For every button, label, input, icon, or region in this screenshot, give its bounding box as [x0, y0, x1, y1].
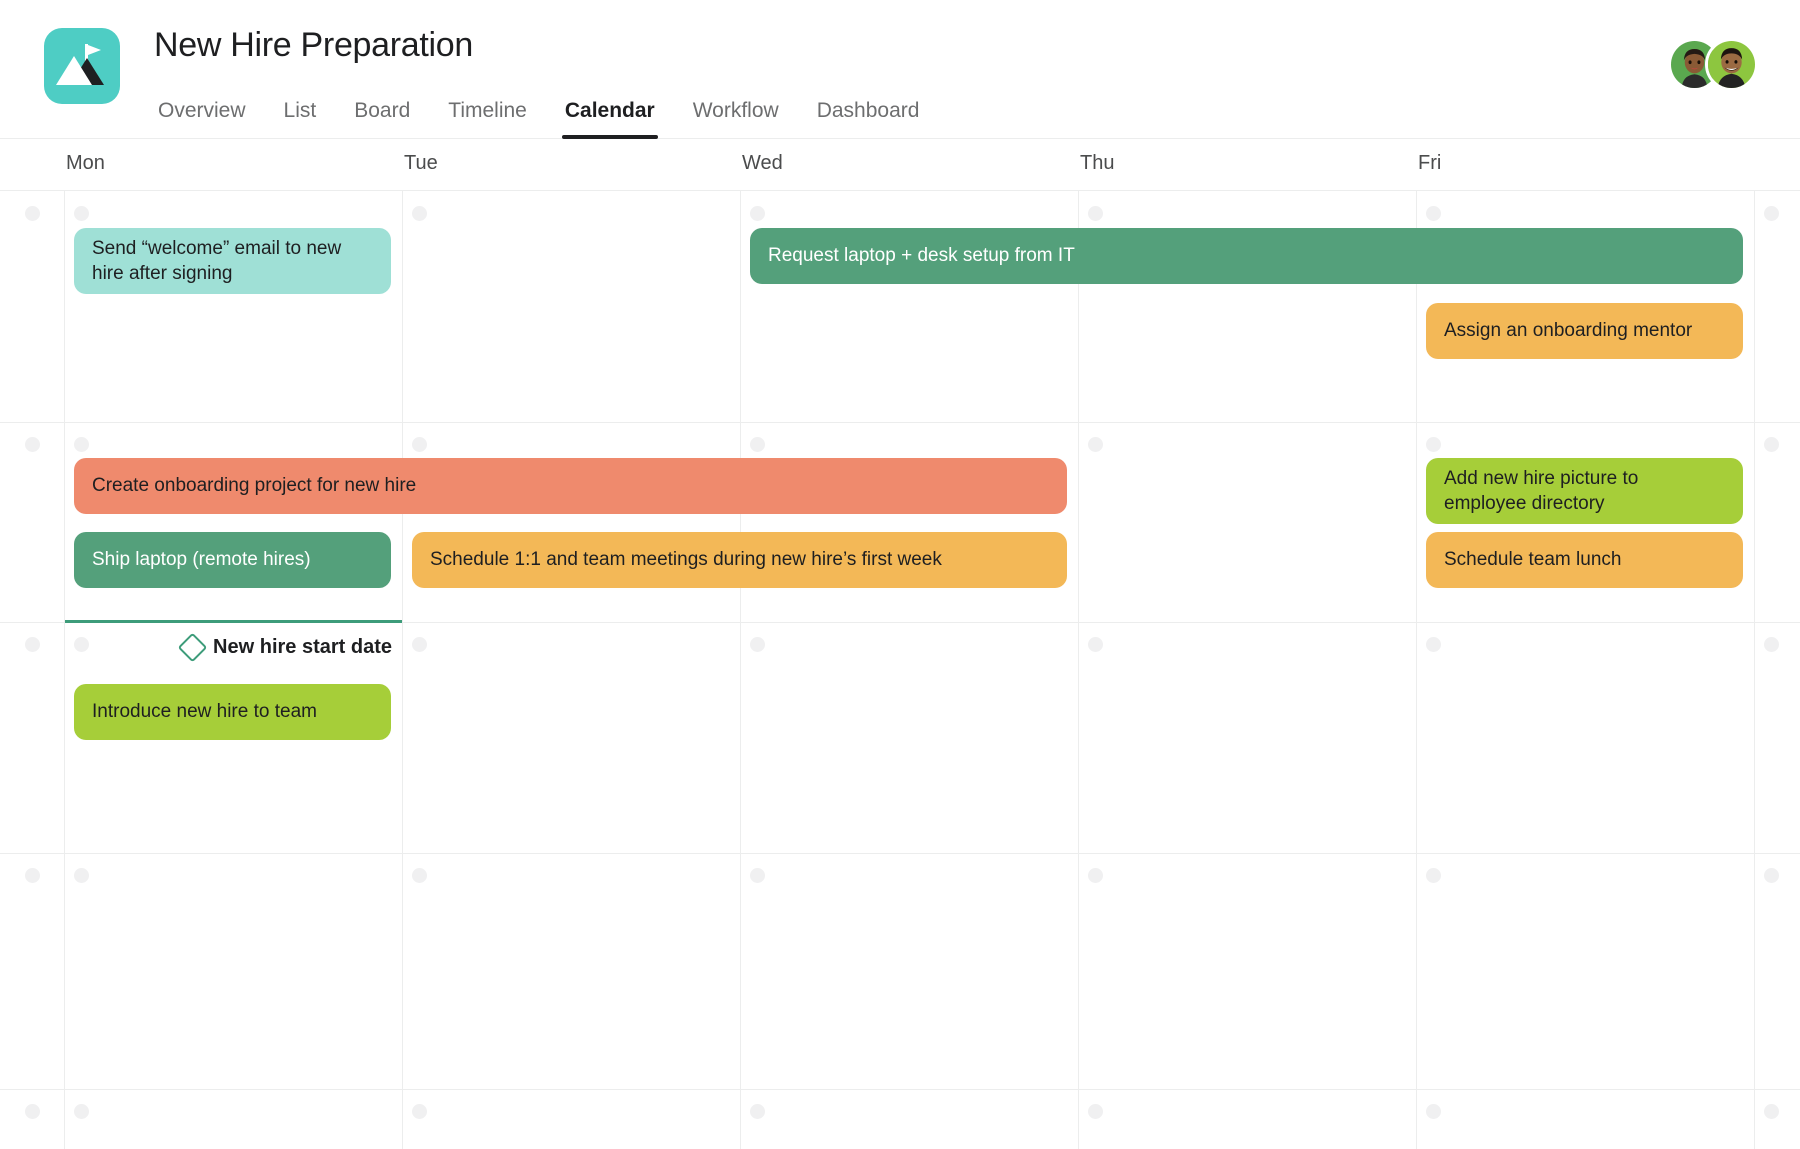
day-number-placeholder[interactable] [1426, 437, 1441, 452]
page-title: New Hire Preparation [154, 26, 474, 64]
calendar-task-send-welcome-email[interactable]: Send “welcome” email to new hire after s… [74, 228, 391, 294]
column-divider [740, 191, 741, 1149]
calendar-task-schedule-team-lunch[interactable]: Schedule team lunch [1426, 532, 1743, 588]
day-number-placeholder[interactable] [74, 437, 89, 452]
task-label: Add new hire picture to employee directo… [1444, 467, 1639, 514]
tab-list[interactable]: List [265, 100, 336, 139]
week-divider [0, 853, 1800, 854]
calendar-task-create-onboarding-project[interactable]: Create onboarding project for new hire [74, 458, 1067, 514]
day-number-placeholder[interactable] [74, 868, 89, 883]
calendar-task-add-hire-picture-directory[interactable]: Add new hire picture to employee directo… [1426, 458, 1743, 524]
day-header-mon: Mon [66, 152, 105, 174]
calendar-task-assign-onboarding-mentor[interactable]: Assign an onboarding mentor [1426, 303, 1743, 359]
day-number-placeholder[interactable] [750, 1104, 765, 1119]
day-number-placeholder[interactable] [25, 637, 40, 652]
day-number-placeholder[interactable] [1088, 868, 1103, 883]
day-number-placeholder[interactable] [1764, 1104, 1779, 1119]
day-number-placeholder[interactable] [1764, 868, 1779, 883]
day-number-placeholder[interactable] [74, 1104, 89, 1119]
day-number-placeholder[interactable] [1426, 637, 1441, 652]
day-number-placeholder[interactable] [1088, 1104, 1103, 1119]
calendar-task-introduce-new-hire-to-team[interactable]: Introduce new hire to team [74, 684, 391, 740]
day-number-placeholder[interactable] [412, 437, 427, 452]
avatar-member-2[interactable] [1705, 38, 1758, 91]
tab-timeline[interactable]: Timeline [429, 100, 546, 139]
calendar-task-request-laptop-desk-setup[interactable]: Request laptop + desk setup from IT [750, 228, 1743, 284]
app-header: New Hire Preparation Overview List Board… [0, 0, 1800, 139]
column-divider [64, 191, 65, 1149]
calendar-task-ship-laptop-remote-hires[interactable]: Ship laptop (remote hires) [74, 532, 391, 588]
day-number-placeholder[interactable] [1088, 437, 1103, 452]
day-number-placeholder[interactable] [750, 206, 765, 221]
day-number-placeholder[interactable] [25, 437, 40, 452]
calendar-grid: Send “welcome” email to new hire after s… [0, 191, 1800, 1149]
tab-calendar[interactable]: Calendar [546, 100, 674, 139]
view-tabs: Overview List Board Timeline Calendar Wo… [154, 82, 938, 139]
tab-overview[interactable]: Overview [154, 100, 265, 139]
milestone-label: New hire start date [213, 636, 392, 658]
task-label: Create onboarding project for new hire [92, 475, 417, 497]
column-divider [1078, 191, 1079, 1149]
day-number-placeholder[interactable] [1426, 868, 1441, 883]
day-number-placeholder[interactable] [750, 437, 765, 452]
day-number-placeholder[interactable] [1426, 1104, 1441, 1119]
day-number-placeholder[interactable] [1764, 437, 1779, 452]
column-divider [402, 191, 403, 1149]
day-number-placeholder[interactable] [1426, 206, 1441, 221]
day-number-placeholder[interactable] [1088, 206, 1103, 221]
day-number-placeholder[interactable] [74, 637, 89, 652]
task-label: Schedule 1:1 and team meetings during ne… [430, 549, 942, 571]
day-header-wed: Wed [742, 152, 783, 174]
day-number-placeholder[interactable] [1764, 206, 1779, 221]
day-header-tue: Tue [404, 152, 438, 174]
week-divider [0, 1089, 1800, 1090]
task-label: Send “welcome” email to new hire after s… [92, 237, 342, 284]
day-header-fri: Fri [1418, 152, 1442, 174]
project-logo [44, 28, 120, 104]
column-divider [1754, 191, 1755, 1149]
day-number-placeholder[interactable] [412, 1104, 427, 1119]
calendar-day-header: Mon Tue Wed Thu Fri [0, 139, 1800, 191]
day-number-placeholder[interactable] [25, 1104, 40, 1119]
day-number-placeholder[interactable] [1764, 637, 1779, 652]
tab-workflow[interactable]: Workflow [674, 100, 798, 139]
tab-dashboard[interactable]: Dashboard [798, 100, 939, 139]
calendar-task-schedule-meetings-first-week[interactable]: Schedule 1:1 and team meetings during ne… [412, 532, 1067, 588]
day-number-placeholder[interactable] [412, 637, 427, 652]
day-number-placeholder[interactable] [750, 637, 765, 652]
task-label: Request laptop + desk setup from IT [768, 245, 1075, 267]
day-number-placeholder[interactable] [25, 206, 40, 221]
task-label: Introduce new hire to team [92, 701, 317, 723]
member-avatars [1668, 38, 1758, 91]
day-header-thu: Thu [1080, 152, 1115, 174]
task-label: Schedule team lunch [1444, 549, 1622, 571]
tab-board[interactable]: Board [335, 100, 429, 139]
day-number-placeholder[interactable] [412, 868, 427, 883]
week-divider [0, 422, 1800, 423]
day-number-placeholder[interactable] [750, 868, 765, 883]
day-number-placeholder[interactable] [74, 206, 89, 221]
mountain-flag-icon [56, 44, 104, 85]
day-number-placeholder[interactable] [25, 868, 40, 883]
milestone-new-hire-start-date[interactable]: New hire start date [177, 632, 392, 663]
column-divider [1416, 191, 1417, 1149]
task-label: Assign an onboarding mentor [1444, 320, 1693, 342]
day-number-placeholder[interactable] [1088, 637, 1103, 652]
milestone-marker-line [65, 620, 402, 623]
task-label: Ship laptop (remote hires) [92, 549, 311, 571]
day-number-placeholder[interactable] [412, 206, 427, 221]
diamond-milestone-icon [177, 632, 208, 663]
